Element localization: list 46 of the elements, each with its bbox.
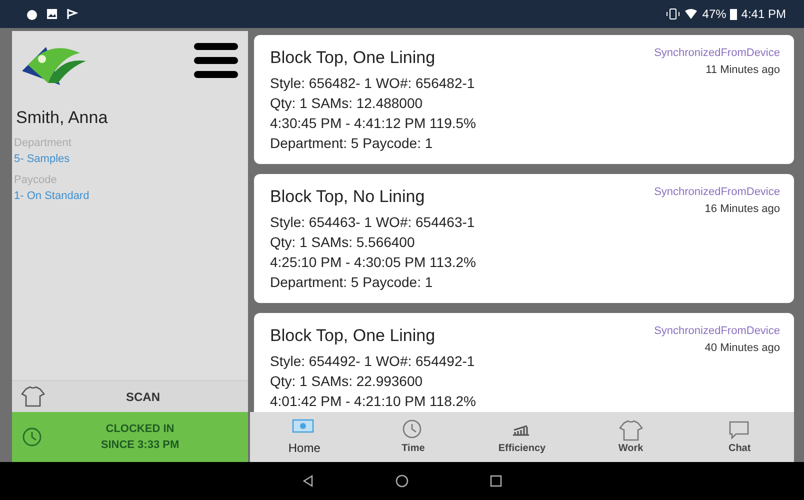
record-title: Block Top, One Lining xyxy=(270,325,436,347)
clock-icon xyxy=(22,427,42,447)
wifi-icon xyxy=(684,8,698,20)
sync-status: SynchronizedFromDevice xyxy=(654,185,780,200)
record-detail: Department: 5 Paycode: 1 xyxy=(270,272,434,292)
record-detail: Qty: 1 SAMs: 5.566400 xyxy=(270,232,416,252)
record-detail: Qty: 1 SAMs: 22.993600 xyxy=(270,372,424,390)
person-name: Smith, Anna xyxy=(16,107,109,129)
sync-status: SynchronizedFromDevice xyxy=(654,324,780,339)
record-detail: Style: 654463- 1 WO#: 654463-1 xyxy=(270,212,476,232)
recents-icon[interactable] xyxy=(489,474,503,488)
nav-tab[interactable]: Home xyxy=(250,412,359,462)
nav-tab[interactable]: Work xyxy=(576,412,686,462)
record-detail: Department: 5 Paycode: 1 xyxy=(270,134,434,152)
nav-tab[interactable]: Efficiency xyxy=(468,412,576,462)
back-icon[interactable] xyxy=(301,474,315,488)
record-detail: Style: 656482- 1 WO#: 656482-1 xyxy=(270,74,476,92)
sync-status: SynchronizedFromDevice xyxy=(654,46,780,61)
vibrate-icon xyxy=(666,8,680,20)
battery-percent: 47% xyxy=(702,6,726,23)
record-title: Block Top, One Lining xyxy=(270,47,436,69)
record-title: Block Top, No Lining xyxy=(270,186,426,208)
shirt-icon xyxy=(20,384,46,408)
clock-time: 4:41 PM xyxy=(741,6,786,23)
flag-icon xyxy=(66,8,78,20)
record-detail: 4:25:10 PM - 4:30:05 PM 113.2% xyxy=(270,252,477,272)
nav-tab[interactable]: Chat xyxy=(685,412,794,462)
record-detail: Qty: 1 SAMs: 12.488000 xyxy=(270,94,424,112)
nav-tab[interactable]: Time xyxy=(358,412,468,462)
record-detail: 4:30:45 PM - 4:41:12 PM 119.5% xyxy=(270,114,477,132)
image-icon xyxy=(46,8,58,20)
record-card[interactable]: Block Top, One Lining Style: 656482- 1 WO#: 656482-1 Qty: 1 SAMs: 12.488000 4:30:45 PM - 4:41:12 PM 119.5% Department: 5 Paycode: 1 SynchronizedFromDevice 11 Minutes ago xyxy=(254,35,794,164)
record-detail: Style: 654492- 1 WO#: 654492-1 xyxy=(270,352,476,370)
record-card[interactable]: Block Top, One Lining Style: 654492- 1 WO#: 654492-1 Qty: 1 SAMs: 22.993600 4:01:42 PM - 4:21:10 PM 118.2% SynchronizedFromDevice 40 Minutes ago xyxy=(254,313,794,412)
home-icon[interactable] xyxy=(395,474,409,488)
battery-icon xyxy=(730,8,738,20)
field-value: 1- On Standard xyxy=(14,189,90,204)
record-detail: 4:01:42 PM - 4:21:10 PM 118.2% xyxy=(270,392,477,410)
record-card[interactable]: Block Top, No Lining Style: 654463- 1 WO#: 654463-1 Qty: 1 SAMs: 5.566400 4:25:10 PM - 4:30:05 PM 113.2% Department: 5 Paycode: 1 SynchronizedFromDevice 16 Minutes ago xyxy=(254,174,794,303)
clock-status: CLOCKED IN SINCE 3:33 PM xyxy=(100,422,180,453)
time-ago: 11 Minutes ago xyxy=(704,62,780,78)
time-ago: 40 Minutes ago xyxy=(704,340,780,356)
time-ago: 16 Minutes ago xyxy=(704,202,780,216)
shirt-icon xyxy=(618,418,644,440)
field-value: 5- Samples xyxy=(14,152,71,167)
scan-button[interactable]: SCAN xyxy=(12,380,248,412)
